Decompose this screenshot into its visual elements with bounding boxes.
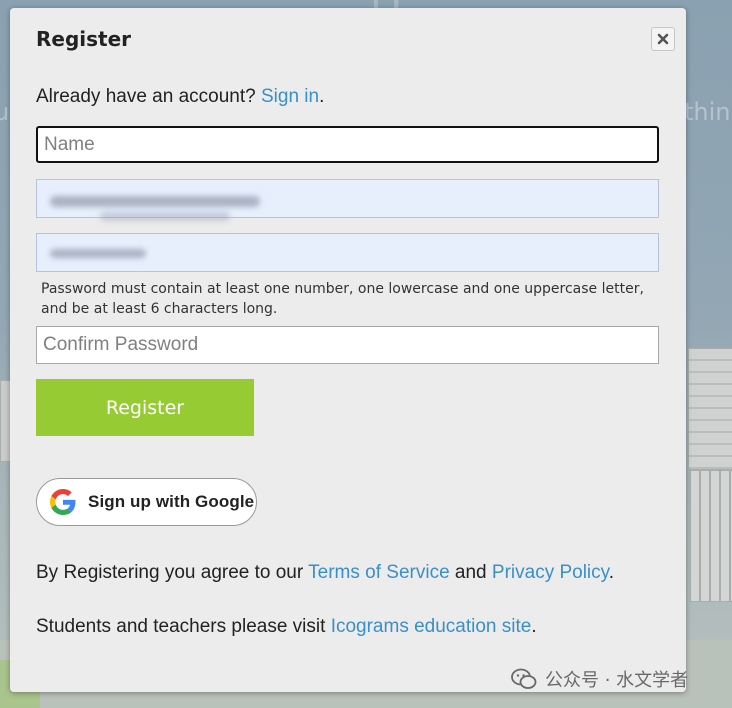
signin-link[interactable]: Sign in [261,86,319,107]
education-text: Students and teachers please visit [36,616,331,637]
register-dialog: Register Already have an account? Sign i… [10,8,686,692]
wechat-icon [511,668,537,689]
background-building [688,348,732,470]
dialog-title: Register [36,27,132,51]
signin-prompt: Already have an account? Sign in. [36,86,324,108]
google-signup-button[interactable]: Sign up with Google [36,478,257,526]
terms-notice: By Registering you agree to our Terms of… [36,562,614,584]
close-icon [657,33,669,45]
signin-suffix: . [319,86,325,107]
google-g-icon [50,489,76,515]
terms-text-and: and [449,562,492,583]
google-button-label: Sign up with Google [88,492,255,511]
background-building [690,470,732,602]
register-button[interactable]: Register [36,379,254,436]
password-hint: Password must contain at least one numbe… [41,281,644,317]
watermark: 公众号 · 水文学者 [511,666,688,692]
confirm-password-field[interactable] [36,326,659,364]
name-field[interactable] [36,126,659,163]
background-text-right: thin [684,98,731,126]
redacted-email [100,212,230,221]
redacted-password [50,249,146,258]
terms-of-service-link[interactable]: Terms of Service [308,562,449,583]
signin-prompt-text: Already have an account? [36,86,261,107]
privacy-policy-link[interactable]: Privacy Policy [492,562,609,583]
close-button[interactable] [651,27,675,51]
terms-suffix: . [608,562,615,583]
background-text-left: u [0,98,10,126]
education-suffix: . [531,616,537,637]
terms-text: By Registering you agree to our [36,562,309,583]
education-notice: Students and teachers please visit Icogr… [36,616,537,638]
watermark-text: 公众号 · 水文学者 [545,670,689,691]
redacted-email [50,196,260,207]
education-site-link[interactable]: Icograms education site [331,616,532,637]
